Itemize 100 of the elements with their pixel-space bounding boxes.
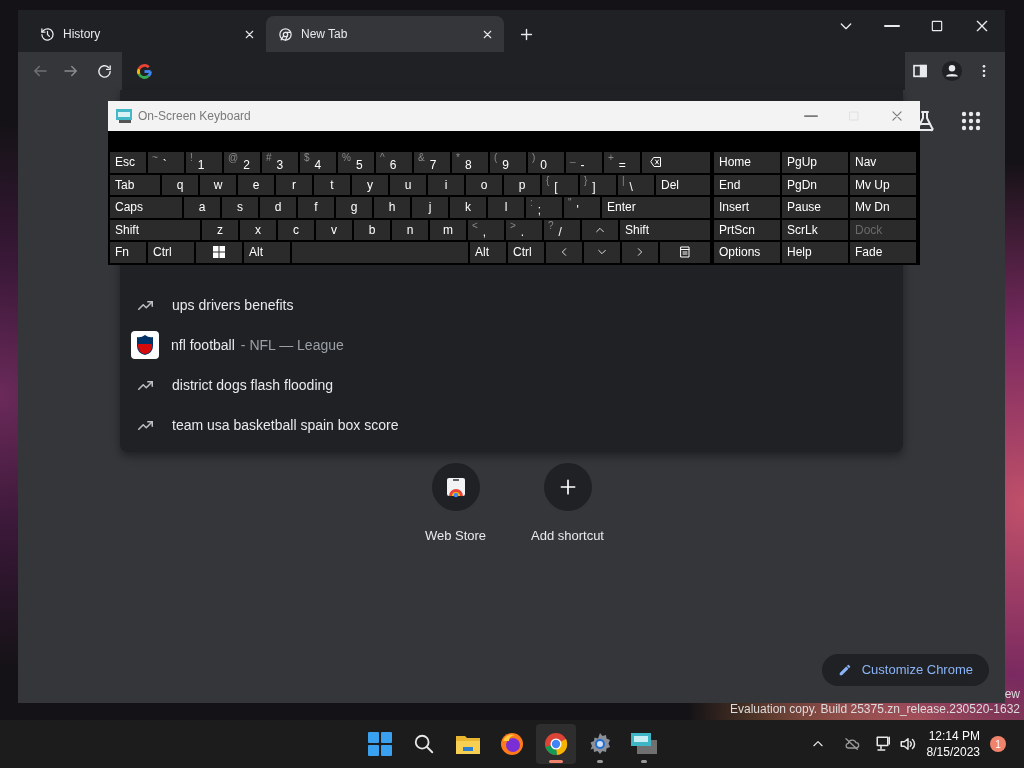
keyboard-key[interactable]: Shift [110, 219, 200, 240]
keyboard-key[interactable]: $ 4 [300, 152, 336, 173]
keyboard-key[interactable]: g [336, 197, 372, 218]
browser-tab[interactable]: New Tab [266, 16, 504, 52]
keyboard-key[interactable]: Shift [620, 219, 710, 240]
keyboard-key[interactable]: Options [714, 242, 780, 263]
keyboard-key[interactable]: & 7 [414, 152, 450, 173]
trending-arrow-icon [137, 420, 153, 430]
keyboard-key[interactable]: Mv Up [850, 174, 916, 195]
keyboard-key[interactable]: % 5 [338, 152, 374, 173]
keyboard-key[interactable]: End [714, 174, 780, 195]
keyboard-key[interactable]: Ctrl [508, 242, 544, 263]
keyboard-key[interactable]: b [354, 219, 390, 240]
keyboard-key[interactable]: | \ [618, 174, 654, 195]
customize-chrome-button[interactable]: Customize Chrome [821, 654, 989, 686]
keyboard-key[interactable]: ! 1 [186, 152, 222, 173]
keyboard-key[interactable]: ? / [544, 219, 580, 240]
suggestion-text: district dogs flash flooding [172, 375, 334, 395]
keyboard-key[interactable]: c [278, 219, 314, 240]
keyboard-key[interactable]: Ctrl [148, 242, 194, 263]
keyboard-key[interactable]: w [200, 174, 236, 195]
keyboard-key[interactable]: h [374, 197, 410, 218]
keyboard-key[interactable]: j [412, 197, 448, 218]
keyboard-key[interactable]: PgDn [782, 174, 848, 195]
keyboard-key[interactable]: Mv Dn [850, 197, 916, 218]
keyboard-key[interactable]: # 3 [262, 152, 298, 173]
keyboard-key[interactable]: Tab [110, 174, 160, 195]
keyboard-key[interactable]: Insert [714, 197, 780, 218]
keyboard-key[interactable]: Fade [850, 242, 916, 263]
clock-date[interactable]: 8/15/2023 [926, 744, 980, 760]
keyboard-key[interactable]: p [504, 174, 540, 195]
keyboard-key[interactable]: Nav [850, 152, 916, 173]
keyboard-key[interactable]: l [488, 197, 524, 218]
keyboard-key[interactable]: m [430, 219, 466, 240]
suggestion-row[interactable]: district dogs flash flooding [120, 365, 903, 405]
keyboard-key[interactable]: v [316, 219, 352, 240]
keyboard-key[interactable]: PrtScn [714, 219, 780, 240]
keyboard-key[interactable]: Caps [110, 197, 182, 218]
keyboard-key[interactable]: k [450, 197, 486, 218]
search-icon [413, 733, 435, 755]
chrome-icon [278, 26, 293, 42]
keyboard-key[interactable]: ^ 6 [376, 152, 412, 173]
keyboard-key[interactable]: ) 0 [528, 152, 564, 173]
suggestion-row[interactable]: team usa basketball spain box score [120, 405, 903, 445]
keyboard-key[interactable]: Alt [470, 242, 506, 263]
keyboard-key[interactable]: d [260, 197, 296, 218]
keyboard-key[interactable]: f [298, 197, 334, 218]
window-title: On-Screen Keyboard [138, 108, 252, 125]
keyboard-key[interactable] [196, 242, 242, 263]
reload-icon [95, 62, 113, 80]
keyboard-key[interactable]: { [ [542, 174, 578, 195]
active-indicator [549, 760, 563, 763]
keyboard-key[interactable]: " ' [564, 197, 600, 218]
keyboard-key[interactable]: q [162, 174, 198, 195]
keyboard-key[interactable]: Del [656, 174, 710, 195]
firefox-icon [500, 732, 524, 756]
folder-icon [455, 733, 481, 755]
taskbar-app[interactable] [536, 724, 576, 764]
suggestion-row[interactable]: ups drivers benefits [120, 285, 903, 325]
keyboard-key[interactable] [642, 152, 710, 173]
keyboard-key[interactable]: Alt [244, 242, 290, 263]
keyboard-key[interactable]: < , [468, 219, 504, 240]
keyboard-key[interactable]: * 8 [452, 152, 488, 173]
keyboard-key[interactable]: y [352, 174, 388, 195]
keyboard-key[interactable]: @ 2 [224, 152, 260, 173]
keyboard-key[interactable]: n [392, 219, 428, 240]
keyboard-key[interactable]: t [314, 174, 350, 195]
keyboard-key[interactable]: } ] [580, 174, 616, 195]
running-indicator [597, 760, 603, 763]
shortcut-tile[interactable] [543, 463, 592, 511]
keyboard-key[interactable]: + = [604, 152, 640, 173]
shortcut-tile[interactable] [431, 463, 480, 511]
keyboard-key[interactable]: u [390, 174, 426, 195]
keyboard-key[interactable]: Fn [110, 242, 146, 263]
clock-time[interactable]: 12:14 PM [928, 728, 980, 744]
keyboard-key[interactable]: o [466, 174, 502, 195]
profile-icon[interactable] [941, 60, 963, 82]
keyboard-key[interactable]: > . [506, 219, 542, 240]
keyboard-key[interactable]: : ; [526, 197, 562, 218]
keyboard-key[interactable]: ~ ` [148, 152, 184, 173]
keyboard-key[interactable]: Help [782, 242, 848, 263]
keyboard-key[interactable]: Esc [110, 152, 146, 173]
keyboard-key[interactable]: _ - [566, 152, 602, 173]
keyboard-key[interactable]: a [184, 197, 220, 218]
keyboard-key[interactable]: Pause [782, 197, 848, 218]
side-panel-icon[interactable] [911, 63, 928, 79]
keyboard-key[interactable]: ( 9 [490, 152, 526, 173]
keyboard-key[interactable]: PgUp [782, 152, 848, 173]
keyboard-key[interactable]: Home [714, 152, 780, 173]
keyboard-key[interactable]: r [276, 174, 312, 195]
suggestion-row[interactable]: nfl football - NFL — League [120, 325, 903, 365]
keyboard-key[interactable]: z [202, 219, 238, 240]
keyboard-key[interactable]: ScrLk [782, 219, 848, 240]
keyboard-key[interactable]: i [428, 174, 464, 195]
keyboard-key[interactable]: e [238, 174, 274, 195]
keyboard-key[interactable]: x [240, 219, 276, 240]
keyboard-key[interactable]: s [222, 197, 258, 218]
menu-key-icon [679, 245, 691, 260]
apps-grid-icon[interactable] [959, 109, 983, 133]
keyboard-key[interactable]: Enter [602, 197, 710, 218]
